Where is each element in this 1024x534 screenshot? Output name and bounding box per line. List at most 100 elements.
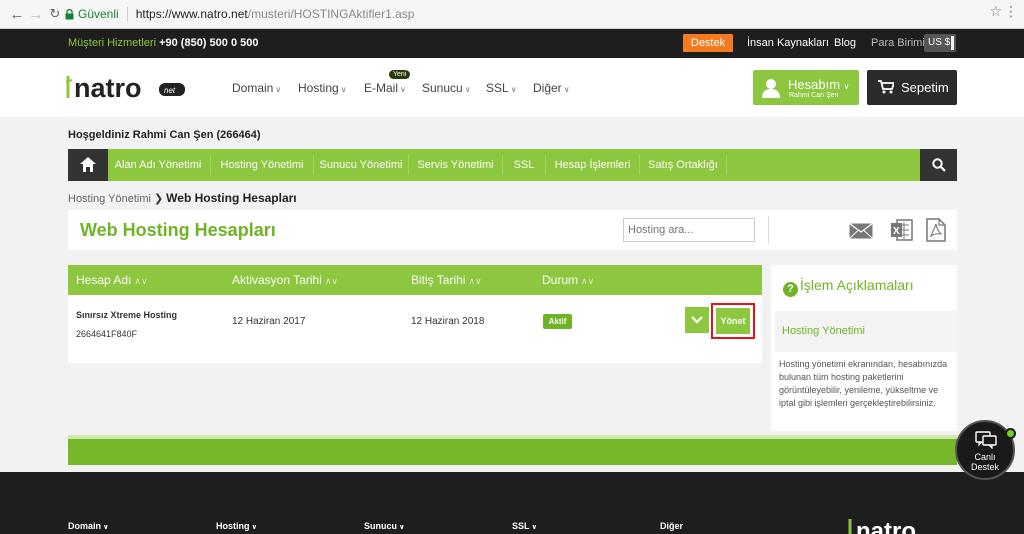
customer-service: Müşteri Hizmetleri +90 (850) 500 0 500 <box>68 37 258 49</box>
chevron-down-icon: ∨ <box>103 524 109 531</box>
question-icon: ? <box>783 282 798 297</box>
chevron-down-icon: ∨ <box>340 85 347 94</box>
chevron-down-icon: ∨ <box>843 82 850 91</box>
sort-icon[interactable]: ∧∨ <box>134 276 147 286</box>
footer-sunucu[interactable]: Sunucu ∨ <box>364 521 405 531</box>
url-path: /musteri/HOSTINGAktifler1.asp <box>247 7 415 21</box>
hosting-search-input[interactable] <box>623 218 755 242</box>
col-durum: Durum <box>542 273 579 287</box>
nav-hosting-label: Hosting <box>298 81 339 95</box>
breadcrumb-parent[interactable]: Hosting Yönetimi <box>68 193 151 205</box>
sort-icon[interactable]: ∧∨ <box>581 276 594 286</box>
breadcrumb: Hosting Yönetimi ❯ Web Hosting Hesapları <box>68 191 297 205</box>
nav-satis-ortakligi[interactable]: Satış Ortaklığı <box>640 149 726 181</box>
nav-hesap-islemleri[interactable]: Hesap İşlemleri <box>546 149 639 181</box>
top-bar: Müşteri Hizmetleri +90 (850) 500 0 500 D… <box>0 29 1024 58</box>
column-header[interactable]: Bitiş Tarihi ∧∨ <box>411 273 482 287</box>
nav-email[interactable]: E-Mail ∨ <box>364 81 406 95</box>
info-heading: ? İşlem Açıklamaları <box>783 277 914 297</box>
search-icon <box>932 158 946 172</box>
bookmark-star-icon[interactable]: ☆ <box>989 3 1002 20</box>
sort-icon[interactable]: ∧∨ <box>325 276 338 286</box>
nav-sunucu-yonetimi[interactable]: Sunucu Yönetimi <box>314 149 408 181</box>
blog-link[interactable]: Blog <box>834 37 856 49</box>
footer-domain-label: Domain <box>68 521 102 531</box>
browser-toolbar: ← → ↻ Güvenli https://www.natro.net/must… <box>0 0 1024 29</box>
chevron-down-icon: ∨ <box>510 85 517 94</box>
support-button[interactable]: Destek <box>683 34 733 52</box>
nav-ssl-yonetimi[interactable]: SSL <box>503 149 545 181</box>
row-dropdown-button[interactable] <box>685 307 709 333</box>
svg-text:X: X <box>893 226 900 237</box>
chevron-down-icon: ∨ <box>464 85 471 94</box>
cart-icon <box>878 80 894 94</box>
expiry-date: 12 Haziran 2018 <box>411 316 485 327</box>
logo-badge: net <box>164 86 176 95</box>
info-panel: ? İşlem Açıklamaları Hosting Yönetimi Hos… <box>771 265 957 431</box>
site-header: natro net Domain ∨ Hosting ∨ E-Mail ∨ Yeni … <box>0 58 1024 117</box>
column-header[interactable]: Aktivasyon Tarihi ∧∨ <box>232 273 338 287</box>
chat-icon <box>975 431 997 449</box>
package-name: Sınırsız Xtreme Hosting <box>76 310 178 320</box>
nav-search-button[interactable] <box>920 149 957 181</box>
live-support-line2: Destek <box>970 462 999 472</box>
info-heading-text: İşlem Açıklamaları <box>800 277 914 293</box>
nav-servis-yonetimi[interactable]: Servis Yönetimi <box>409 149 502 181</box>
nav-hosting-yonetimi[interactable]: Hosting Yönetimi <box>211 149 313 181</box>
footer-ssl[interactable]: SSL ∨ <box>512 521 537 531</box>
chevron-down-icon: ∨ <box>251 524 258 531</box>
footer-diger[interactable]: Diğer <box>660 521 683 531</box>
reload-icon[interactable]: ↻ <box>44 3 66 25</box>
chevron-right-icon: ❯ <box>153 193 164 205</box>
nav-alan-adi[interactable]: Alan Adı Yönetimi <box>110 149 206 181</box>
footer-hosting[interactable]: Hosting ∨ <box>216 521 257 531</box>
cart-label: Sepetim <box>901 80 949 95</box>
secure-label: Güvenli <box>78 7 119 21</box>
title-panel: Web Hosting Hesapları X <box>68 210 957 250</box>
cart-button[interactable]: Sepetim <box>867 70 957 105</box>
address-bar[interactable]: Güvenli https://www.natro.net/musteri/HO… <box>65 4 1015 24</box>
excel-icon[interactable]: X <box>890 218 914 242</box>
column-header[interactable]: Durum ∧∨ <box>542 273 594 287</box>
account-user: Rahmi Can Şen <box>789 92 839 99</box>
manage-button[interactable]: Yönet <box>716 308 750 334</box>
nav-sunucu[interactable]: Sunucu ∨ <box>422 81 471 95</box>
column-header[interactable]: Hesap Adı ∧∨ <box>76 273 148 287</box>
live-support-button[interactable]: Canlı Destek <box>955 420 1016 480</box>
nav-email-label: E-Mail <box>364 81 399 95</box>
mail-icon[interactable] <box>849 223 873 239</box>
nav-diger[interactable]: Diğer ∨ <box>533 81 570 95</box>
chevron-down-icon: ∨ <box>399 524 405 531</box>
menu-kebab-icon[interactable]: ⋮ <box>1004 3 1018 20</box>
nav-domain[interactable]: Domain ∨ <box>232 81 281 95</box>
chevron-down-icon: ∨ <box>400 85 406 94</box>
home-button[interactable] <box>68 149 108 181</box>
natro-logo[interactable]: natro net <box>65 72 196 103</box>
new-badge: Yeni <box>389 70 411 79</box>
hr-link[interactable]: İnsan Kaynakları <box>747 37 829 49</box>
nav-ssl[interactable]: SSL ∨ <box>486 81 517 95</box>
hosting-table: Hesap Adı ∧∨ Aktivasyon Tarihi ∧∨ Bitiş Ta… <box>68 265 762 363</box>
chevron-down-icon: ∨ <box>275 85 282 94</box>
phone-number: +90 (850) 500 0 500 <box>159 37 259 49</box>
col-aktivasyon: Aktivasyon Tarihi <box>232 273 322 287</box>
sort-icon[interactable]: ∧∨ <box>468 276 481 286</box>
account-label: Hesabım <box>788 77 841 92</box>
footer-domain[interactable]: Domain ∨ <box>68 521 109 531</box>
account-button[interactable]: Hesabım ∨ Rahmi Can Şen <box>753 70 859 105</box>
green-band <box>68 435 957 465</box>
nav-hosting[interactable]: Hosting ∨ <box>298 81 347 95</box>
secure-indicator[interactable]: Güvenli <box>65 7 128 21</box>
nav-domain-label: Domain <box>232 81 274 95</box>
info-subheading: Hosting Yönetimi <box>782 325 865 337</box>
pdf-icon[interactable] <box>926 218 946 242</box>
footer-ssl-label: SSL <box>512 521 530 531</box>
home-icon <box>80 157 96 172</box>
table-header: Hesap Adı ∧∨ Aktivasyon Tarihi ∧∨ Bitiş Ta… <box>68 265 762 295</box>
svg-text:natro: natro <box>856 518 916 534</box>
chevron-down-icon: ∨ <box>563 85 570 94</box>
chevron-down-icon: ∨ <box>531 524 538 531</box>
welcome-text: Hoşgeldiniz Rahmi Can Şen (266464) <box>68 129 261 141</box>
currency-select[interactable]: US $ <box>924 34 956 52</box>
account-nav: Alan Adı Yönetimi Hosting Yönetimi Sunuc… <box>68 149 957 181</box>
